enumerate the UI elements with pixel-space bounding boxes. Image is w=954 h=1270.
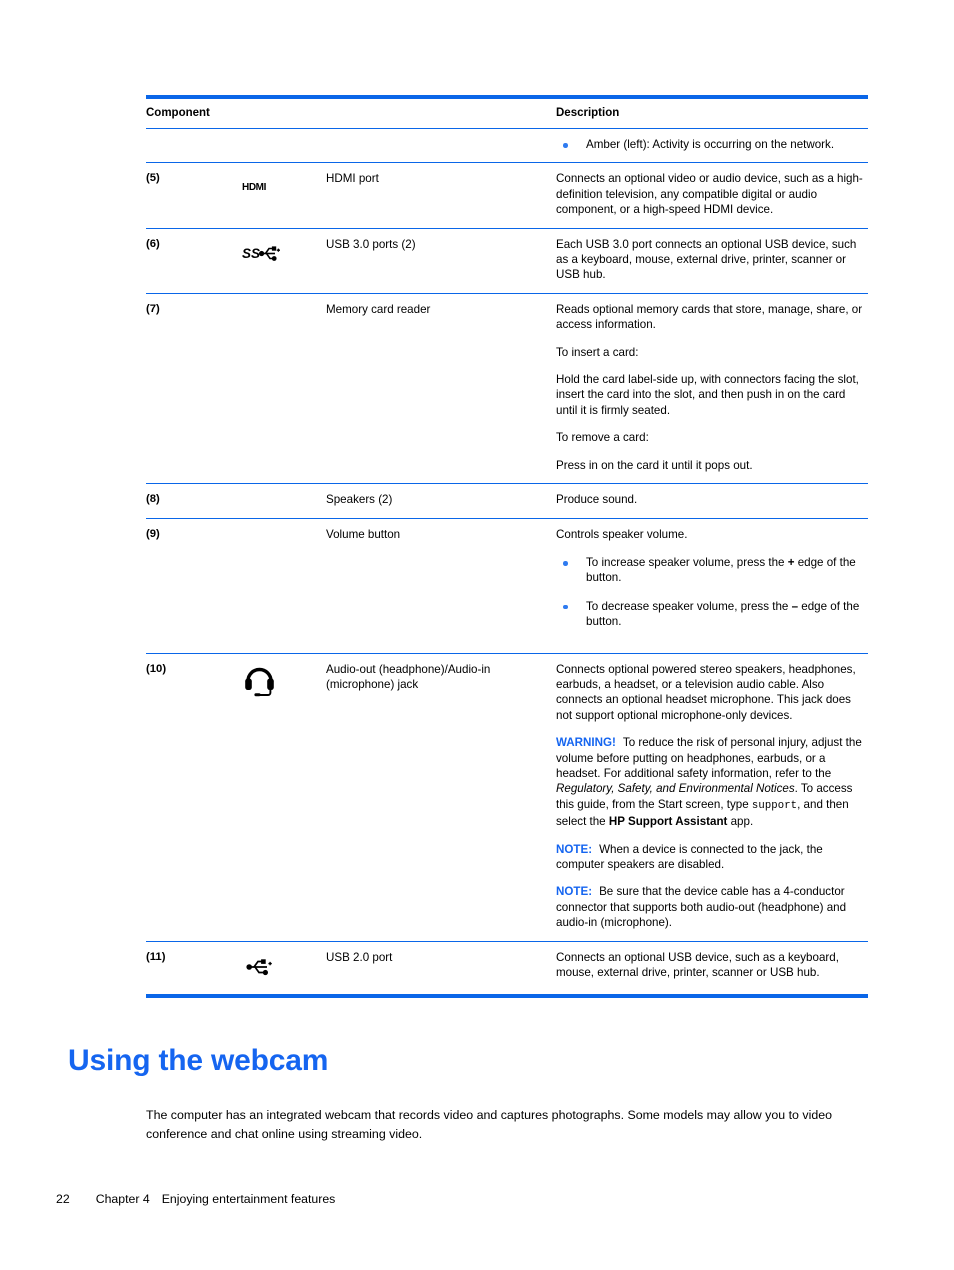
description-paragraph: Controls speaker volume.	[556, 527, 688, 541]
description-paragraph: To remove a card:	[556, 431, 649, 445]
document-page: Component Description Amber (left): Acti…	[0, 0, 954, 1270]
description-bullet-list: To increase speaker volume, press the + …	[556, 555, 864, 630]
row-component-name: Volume button	[326, 518, 556, 654]
note-text: When a device is connected to the jack, …	[556, 842, 823, 871]
note-label: NOTE:	[556, 885, 593, 899]
usb-superspeed-icon: SS	[242, 237, 288, 271]
table-row: (10) Audio-out (headphone)/Audio-in (mic…	[146, 653, 868, 942]
row-description: Connects an optional video or audio devi…	[556, 162, 868, 229]
column-header-component: Component	[146, 95, 556, 129]
table-header: Component Description	[146, 95, 868, 129]
row-number: (8)	[146, 483, 224, 519]
row-component-name: HDMI port	[326, 162, 556, 229]
memory-card-icon	[242, 302, 288, 336]
row-description: Reads optional memory cards that store, …	[556, 293, 868, 485]
list-item: To increase speaker volume, press the + …	[556, 555, 864, 586]
row-icon-cell	[224, 128, 326, 164]
row-component-name	[326, 128, 556, 164]
row-description: Each USB 3.0 port connects an optional U…	[556, 228, 868, 294]
hdmi-icon: HDMI	[242, 171, 288, 205]
note-label: NOTE:	[556, 842, 593, 856]
row-icon-cell: HDMI	[224, 162, 326, 229]
table-row: (8) Speakers (2) Produce sound.	[146, 483, 868, 519]
table-row: (9) Volume button Controls speaker volum…	[146, 518, 868, 654]
bullet-text-pre: To increase speaker volume, press the	[586, 555, 788, 569]
row-number: (7)	[146, 293, 224, 485]
row-icon-cell	[224, 653, 326, 942]
description-bullet-list: Amber (left): Activity is occurring on t…	[556, 137, 864, 152]
section-paragraph: The computer has an integrated webcam th…	[146, 1108, 832, 1142]
usb-icon	[242, 950, 288, 984]
row-icon-cell	[224, 518, 326, 654]
row-icon-cell	[224, 483, 326, 519]
row-description: Connects an optional USB device, such as…	[556, 941, 868, 998]
page-number: 22	[56, 1192, 70, 1206]
warning-paragraph: WARNING! To reduce the risk of personal i…	[556, 735, 864, 829]
row-component-name: Audio-out (headphone)/Audio-in (micropho…	[326, 653, 556, 942]
footer-chapter: Chapter 4	[95, 1192, 150, 1206]
row-icon-cell: SS	[224, 228, 326, 294]
description-paragraph: To insert a card:	[556, 345, 639, 359]
bullet-text-pre: To decrease speaker volume, press the	[586, 599, 792, 613]
row-number: (5)	[146, 162, 224, 229]
row-icon-cell	[224, 941, 326, 998]
row-number: (6)	[146, 228, 224, 294]
row-component-name: Memory card reader	[326, 293, 556, 485]
list-item: To decrease speaker volume, press the – …	[556, 599, 864, 630]
page-footer: 22 Chapter 4 Enjoying entertainment featur…	[56, 1192, 335, 1206]
row-icon-cell	[224, 293, 326, 485]
description-paragraph: Hold the card label-side up, with connec…	[556, 373, 859, 417]
table-body: Amber (left): Activity is occurring on t…	[146, 128, 868, 998]
row-description: Produce sound.	[556, 483, 868, 519]
note-paragraph: NOTE: Be sure that the device cable has a…	[556, 884, 864, 930]
list-item: Amber (left): Activity is occurring on t…	[556, 137, 864, 152]
row-number: (11)	[146, 941, 224, 998]
row-component-name: USB 3.0 ports (2)	[326, 228, 556, 294]
row-number	[146, 128, 224, 164]
table-row: Amber (left): Activity is occurring on t…	[146, 128, 868, 164]
component-description-table: Component Description Amber (left): Acti…	[146, 95, 868, 998]
warning-command-text: support	[751, 799, 798, 812]
svg-text:SS: SS	[242, 246, 260, 261]
note-paragraph: NOTE: When a device is connected to the j…	[556, 842, 864, 873]
warning-text-4: app.	[727, 815, 754, 829]
table-header-row: Component Description	[146, 95, 868, 129]
footer-chapter-title: Enjoying entertainment features	[161, 1192, 336, 1206]
description-paragraph: Reads optional memory cards that store, …	[556, 302, 863, 332]
row-component-name: Speakers (2)	[326, 483, 556, 519]
table-row: (7) Memory card reader Reads optional me…	[146, 293, 868, 485]
hdmi-icon-label: HDMI	[242, 182, 266, 194]
row-description: Amber (left): Activity is occurring on t…	[556, 128, 868, 164]
description-paragraph: Connects optional powered stereo speaker…	[556, 662, 856, 722]
warning-label: WARNING!	[556, 736, 616, 750]
row-description: Controls speaker volume. To increase spe…	[556, 518, 868, 654]
warning-guide-title: Regulatory, Safety, and Environmental No…	[556, 782, 795, 796]
row-description: Connects optional powered stereo speaker…	[556, 653, 868, 942]
table-row: (5) HDMI HDMI port Connects an optional …	[146, 162, 868, 229]
row-number: (10)	[146, 653, 224, 942]
column-header-description: Description	[556, 95, 868, 129]
warning-app-name: HP Support Assistant	[608, 815, 728, 829]
table-row: (6) SS USB 3.0 ports (2) Each USB 3.0 po…	[146, 228, 868, 294]
section-heading: Using the webcam	[68, 1044, 329, 1077]
row-component-name: USB 2.0 port	[326, 941, 556, 998]
row-number: (9)	[146, 518, 224, 654]
table-row: (11) USB 2.0 port Connects an optional U…	[146, 941, 868, 998]
description-paragraph: Press in on the card it until it pops ou…	[556, 458, 753, 472]
headset-icon	[242, 662, 288, 696]
note-text: Be sure that the device cable has a 4-co…	[556, 885, 847, 930]
